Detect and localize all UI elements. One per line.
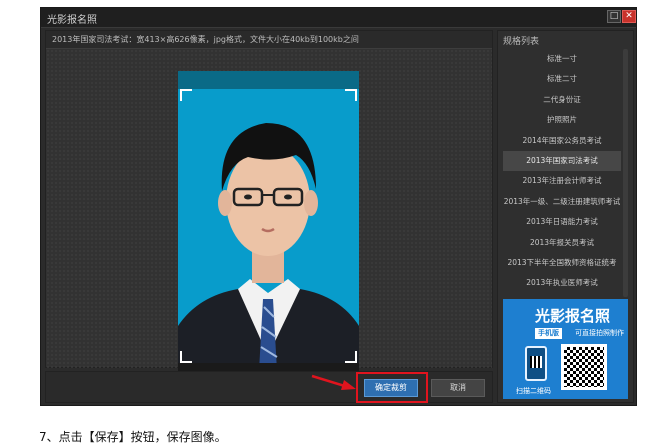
spec-list-item[interactable]: 2014年国家公务员考试: [503, 131, 621, 151]
crop-handle-bottom-left[interactable]: [180, 351, 192, 363]
crop-handle-top-left[interactable]: [180, 89, 192, 101]
spec-info-bar: 2013年国家司法考试：宽413×高626像素，jpg格式，文件大小在40kb到…: [46, 31, 492, 49]
spec-list-item[interactable]: 2013年国家司法考试: [503, 150, 621, 172]
crop-canvas[interactable]: [46, 49, 492, 381]
promo-subtitle: 可直接拍照制作: [575, 329, 624, 337]
promo-banner[interactable]: 光影报名照 手机版 可直接拍照制作 扫描二维码: [503, 299, 628, 399]
promo-badge: 手机版: [535, 328, 562, 339]
maximize-button[interactable]: □: [607, 10, 621, 23]
spec-info-text: 2013年国家司法考试：宽413×高626像素，jpg格式，文件大小在40kb到…: [52, 35, 359, 44]
phone-qr-icon: [530, 356, 542, 368]
editor-panel: 2013年国家司法考试：宽413×高626像素，jpg格式，文件大小在40kb到…: [45, 30, 493, 381]
title-bar[interactable]: 光影报名照 □ ✕: [41, 8, 636, 28]
annotation-arrow-icon: [311, 374, 356, 390]
spec-list-item[interactable]: 2013年注册会计师考试: [503, 171, 621, 191]
crop-frame[interactable]: [180, 89, 357, 363]
spec-list-item[interactable]: 2013年一级、二级注册建筑师考试: [503, 192, 621, 212]
spec-list-item[interactable]: 标准一寸: [503, 49, 621, 69]
window-title: 光影报名照: [47, 15, 97, 26]
phone-icon: [525, 346, 547, 381]
cancel-button[interactable]: 取消: [431, 379, 485, 397]
confirm-crop-button[interactable]: 确定裁剪: [364, 379, 418, 397]
spec-list-title: 规格列表: [503, 37, 540, 47]
crop-handle-top-right[interactable]: [345, 89, 357, 101]
spec-sidebar: 规格列表 标准一寸 标准二寸 二代身份证 护照照片 2014年国家公务员考试 2013年国…: [497, 30, 634, 403]
spec-list-item[interactable]: 2013下半年全国教师资格证统考: [503, 253, 621, 273]
spec-list-item[interactable]: 2013年报关员考试: [503, 233, 621, 253]
spec-list: 标准一寸 标准二寸 二代身份证 护照照片 2014年国家公务员考试 2013年国家司法考试…: [503, 49, 621, 294]
spec-list-item[interactable]: 标准二寸: [503, 69, 621, 89]
spec-list-item[interactable]: 护照照片: [503, 110, 621, 130]
spec-list-item[interactable]: 二代身份证: [503, 90, 621, 110]
spec-list-item[interactable]: 2013年日语能力考试: [503, 212, 621, 232]
close-button[interactable]: ✕: [622, 10, 636, 23]
app-window: 光影报名照 □ ✕ 2013年国家司法考试：宽413×高626像素，jpg格式，…: [40, 7, 637, 406]
qr-code-icon: [561, 344, 607, 390]
action-bar: 确定裁剪 取消: [45, 371, 493, 403]
promo-title: 光影报名照: [535, 307, 611, 325]
spec-list-scrollbar[interactable]: [623, 49, 628, 297]
promo-scan-text: 扫描二维码: [516, 387, 551, 395]
instruction-caption: 7、点击【保存】按钮，保存图像。: [39, 430, 227, 444]
spec-list-item[interactable]: 2013年执业医师考试: [503, 273, 621, 293]
crop-handle-bottom-right[interactable]: [345, 351, 357, 363]
